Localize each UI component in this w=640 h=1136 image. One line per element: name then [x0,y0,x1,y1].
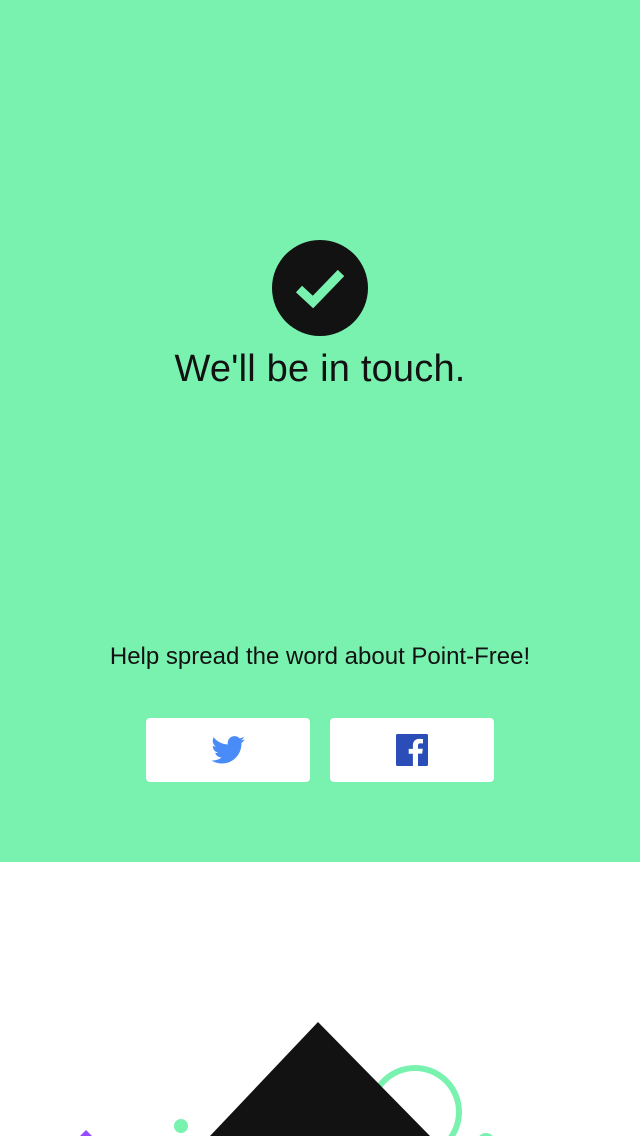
confirmation-hero: We'll be in touch. Help spread the word … [0,0,640,862]
footer-illustration [0,862,640,1136]
checkmark-glyph [296,269,344,308]
twitter-share-button[interactable] [146,718,310,782]
small-green-dot-shape [174,1119,188,1133]
geometric-illustration [80,1022,493,1136]
confirmation-headline: We'll be in touch. [174,348,466,390]
facebook-share-button[interactable] [330,718,494,782]
share-prompt: Help spread the word about Point-Free! [109,643,531,670]
purple-diamond-shape [80,1130,92,1136]
black-triangle-shape [210,1022,430,1136]
facebook-icon [396,734,428,766]
twitter-icon [211,736,245,764]
checkmark-icon [272,240,368,336]
